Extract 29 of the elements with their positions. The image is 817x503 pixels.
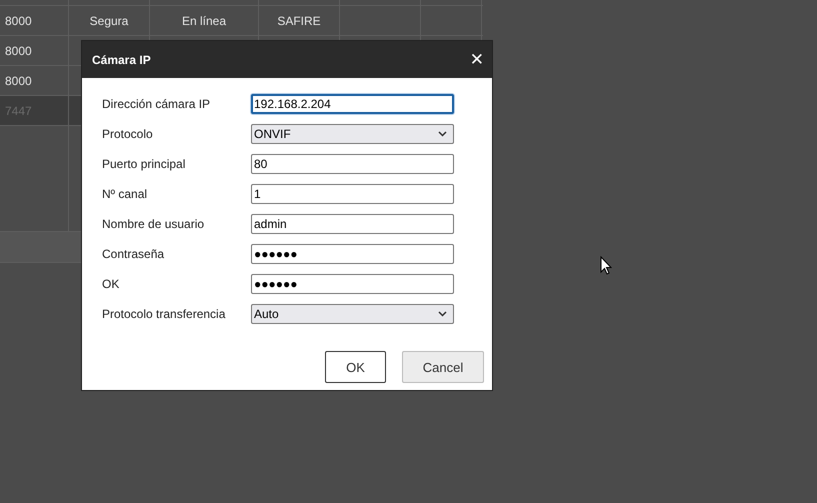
dropdown-field[interactable]: Auto — [251, 304, 454, 324]
dropdown-field[interactable]: ONVIF — [251, 124, 454, 144]
table-cell: 8000 — [0, 6, 69, 35]
input-field[interactable]: admin — [251, 214, 454, 234]
mouse-pointer-icon — [600, 256, 612, 275]
field-label: Protocolo — [102, 127, 154, 141]
table-cell: 8000 — [0, 36, 69, 65]
input-field[interactable]: 1 — [251, 184, 454, 204]
close-button[interactable]: ✕ — [470, 50, 484, 70]
field-label: Puerto principal — [102, 157, 186, 171]
table-cell: Segura — [69, 6, 150, 35]
input-field[interactable]: ●●●●●● — [251, 244, 454, 264]
table-cell: 8000 — [0, 66, 69, 95]
caret-icon — [438, 131, 447, 137]
field-label: Contraseña — [102, 247, 166, 261]
table-cell: SAFIRE — [259, 6, 340, 35]
table-cell: En línea — [150, 6, 259, 35]
ok-button[interactable]: OK — [325, 351, 386, 383]
caret-icon — [438, 311, 447, 317]
input-field[interactable]: 192.168.2.204 — [251, 94, 454, 114]
input-field[interactable]: ●●●●●● — [251, 274, 454, 294]
field-label: Nº canal — [102, 187, 148, 201]
field-label: OK — [102, 277, 120, 291]
field-label: Nombre de usuario — [102, 217, 206, 231]
field-label: Dirección cámara IP — [102, 97, 212, 111]
dialog-title: Cámara IP — [92, 52, 151, 66]
cancel-button[interactable]: Cancel — [402, 351, 484, 383]
input-field[interactable]: 80 — [251, 154, 454, 174]
field-label: Protocolo transferencia — [102, 307, 226, 321]
